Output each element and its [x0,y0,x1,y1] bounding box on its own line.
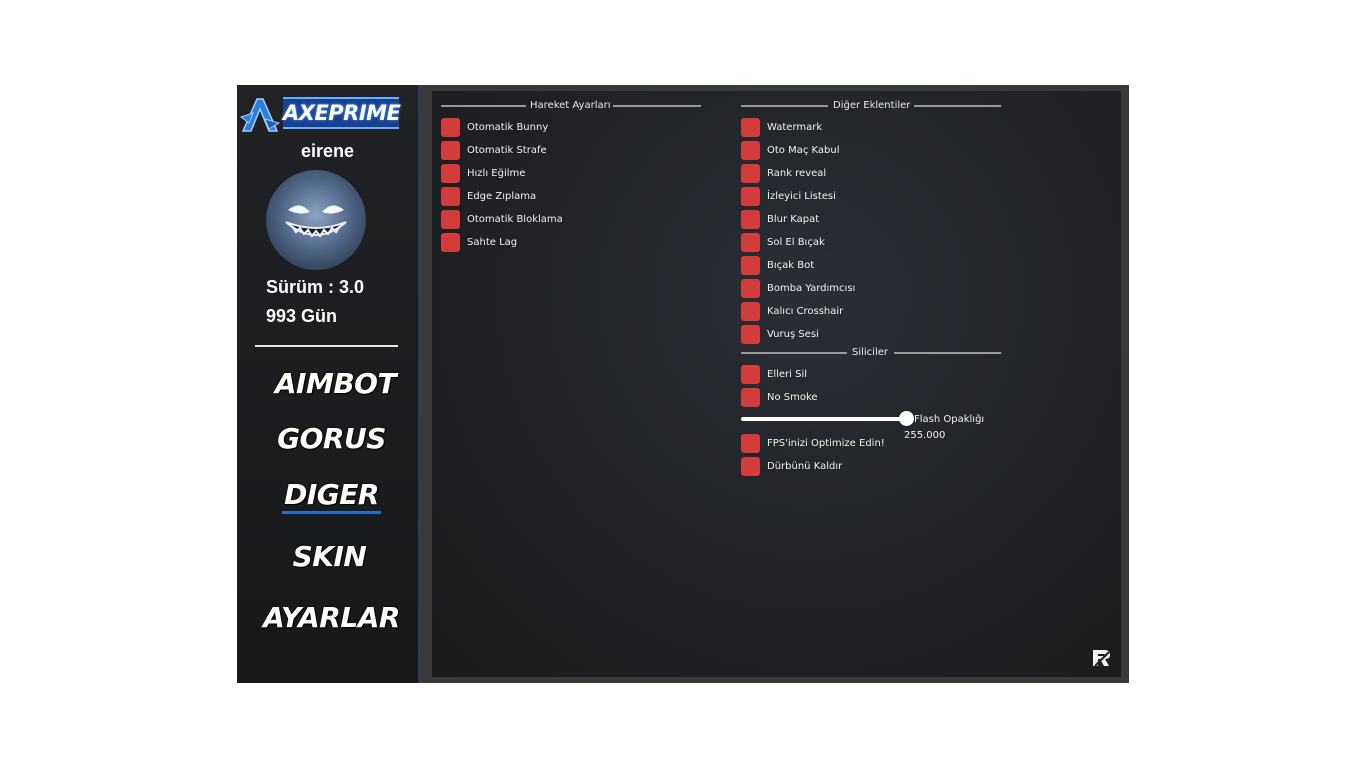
option-label: Hızlı Eğilme [467,168,526,179]
removals-section-title: Siliciler [852,347,889,358]
checkbox[interactable] [741,187,760,206]
movement-section-title: Hareket Ayarları [530,100,611,111]
settings-panel: Hareket Ayarları Otomatik Bunny Otomatik… [432,91,1121,677]
grinning-face-image [285,205,347,238]
nav-ayarlar-label: AYARLAR [263,601,400,634]
flash-opacity-label: Flash Opaklığı [914,414,985,425]
option-label: FPS'inizi Optimize Edin! [767,438,885,449]
option-label: Sol El Bıçak [767,237,825,248]
option-label: Oto Maç Kabul [767,145,840,156]
movement-title-line-right [613,105,701,107]
nav-skin-label: SKIN [292,540,367,573]
version-text: Sürüm : 3.0 [266,277,365,297]
option-label: Edge Zıplama [467,191,537,202]
axe-logo-icon [239,98,281,132]
option-label: İzleyici Listesi [767,191,836,202]
nav-gorus-label: GORUS [277,422,386,455]
option-label: Kalıcı Crosshair [767,306,844,317]
nav-gorus[interactable]: GORUS [241,422,422,455]
option-label: Rank reveal [767,168,827,179]
checkbox[interactable] [741,118,760,137]
option-label: Dürbünü Kaldır [767,461,843,472]
checkbox[interactable] [741,141,760,160]
checkbox[interactable] [741,210,760,229]
brand-name: AXEPRIME [283,97,401,129]
username: eirene [300,141,355,161]
option-label: Blur Kapat [767,214,820,225]
removals-title-line-left [741,352,847,354]
checkbox[interactable] [741,434,760,453]
extras-title-line-left [741,105,828,107]
checkbox[interactable] [741,164,760,183]
brand-logo: AXEPRIME [239,95,401,133]
nav-ayarlar[interactable]: AYARLAR [241,601,422,634]
avatar [266,170,366,270]
checkbox[interactable] [441,233,460,252]
app-window: AXEPRIME eirene Sürüm : 3.0 993 Gün AIMB… [237,85,1129,683]
days-text: 993 Gün [266,306,338,326]
nav-skin[interactable]: SKIN [239,540,420,573]
checkbox[interactable] [741,457,760,476]
checkbox[interactable] [741,365,760,384]
checkbox[interactable] [741,325,760,344]
flash-opacity-slider-thumb[interactable] [899,411,914,426]
option-label: Otomatik Strafe [467,145,547,156]
nav-diger[interactable]: DIGER [241,478,422,514]
checkbox[interactable] [741,302,760,321]
option-label: Elleri Sil [767,369,807,380]
flash-opacity-slider-track[interactable] [741,417,908,421]
checkbox[interactable] [741,256,760,275]
option-label: Bıçak Bot [767,260,815,271]
nav-aimbot-label: AIMBOT [274,367,397,400]
option-label: Otomatik Bloklama [467,214,563,225]
watermark-logo-icon [1093,650,1110,667]
flash-opacity-value: 255.000 [904,430,946,441]
checkbox[interactable] [441,210,460,229]
removals-title-line-right [894,352,1001,354]
option-label: Watermark [767,122,823,133]
checkbox[interactable] [441,187,460,206]
nav-diger-label: DIGER [282,478,381,514]
extras-title-line-right [914,105,1001,107]
option-label: Otomatik Bunny [467,122,549,133]
checkbox[interactable] [741,279,760,298]
option-label: Bomba Yardımcısı [767,283,856,294]
option-label: No Smoke [767,392,818,403]
sidebar: AXEPRIME eirene Sürüm : 3.0 993 Gün AIMB… [237,85,422,683]
movement-title-line-left [441,105,526,107]
option-label: Sahte Lag [467,237,518,248]
checkbox[interactable] [741,388,760,407]
checkbox[interactable] [441,118,460,137]
checkbox[interactable] [741,233,760,252]
sidebar-divider [255,345,398,347]
option-label: Vuruş Sesi [767,329,819,340]
extras-section-title: Diğer Eklentiler [833,100,911,111]
nav-aimbot[interactable]: AIMBOT [245,367,426,400]
checkbox[interactable] [441,141,460,160]
checkbox[interactable] [441,164,460,183]
